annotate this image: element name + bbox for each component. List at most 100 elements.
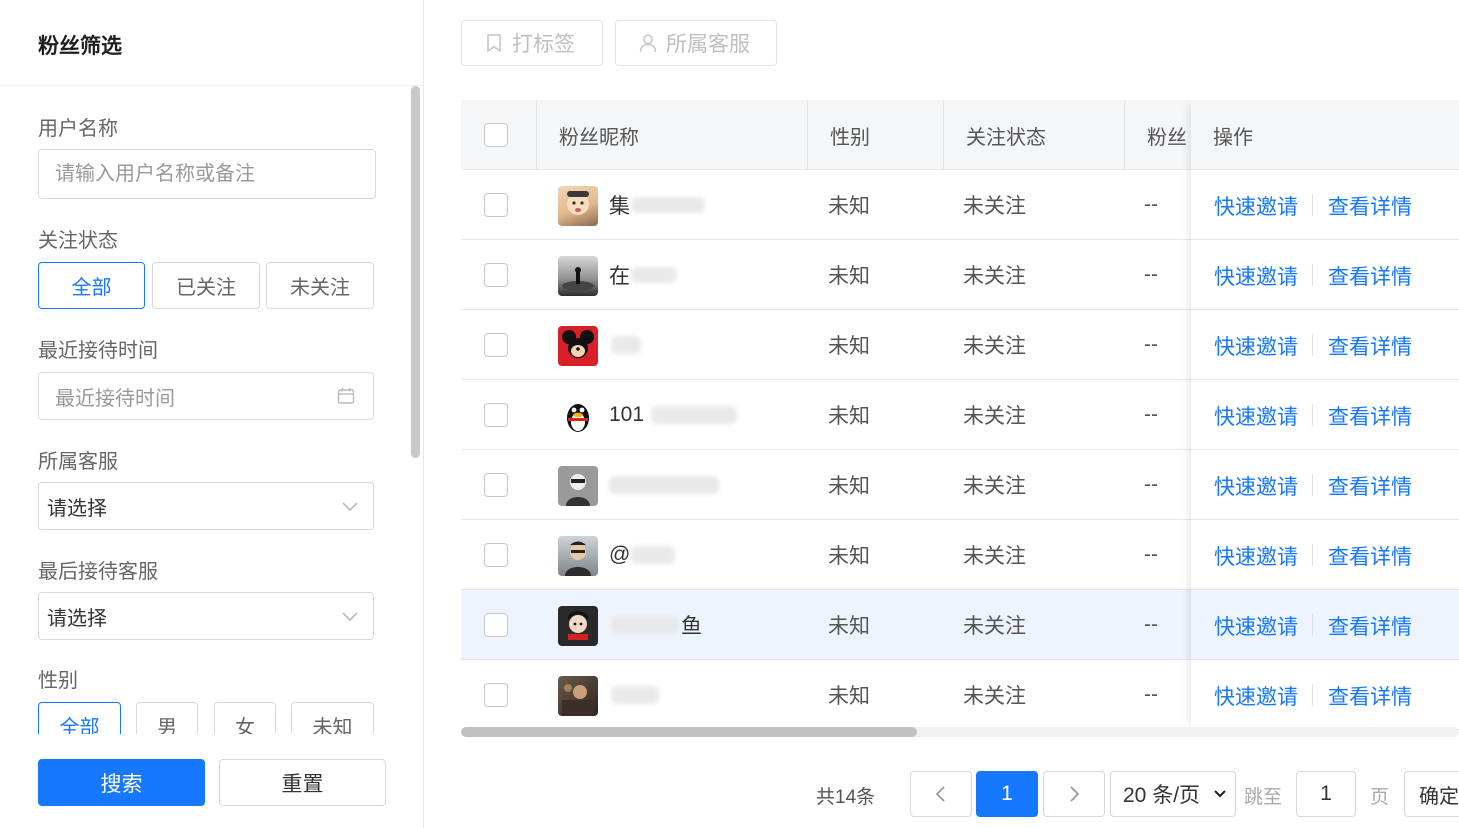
select-all-checkbox[interactable] [484,123,508,147]
redaction-blur [651,406,737,424]
header-operations: 操作 [1213,126,1253,149]
recent-time-placeholder: 最近接待时间 [55,387,175,410]
follow-status-cell: 未关注 [963,335,1026,358]
reset-button[interactable]: 重置 [219,759,386,806]
page-size-select[interactable]: 20 条/页 [1110,771,1236,817]
search-button[interactable]: 搜索 [38,759,205,806]
row-checkbox[interactable] [484,333,508,357]
chevron-right-icon [1070,786,1080,802]
table-row[interactable]: 在 未知 未关注 -- 快速邀请 查看详情 [461,240,1459,310]
page-size-value: 20 条/页 [1123,784,1201,807]
row-checkbox[interactable] [484,543,508,567]
add-tag-label: 打标签 [512,33,575,56]
avatar [558,186,598,226]
service-label: 所属客服 [38,451,118,473]
redaction-blur [609,476,719,494]
chevron-down-icon [342,612,358,622]
avatar [558,396,598,436]
table-horizontal-scrollbar-thumb[interactable] [461,727,917,737]
row-checkbox[interactable] [484,403,508,427]
table-row[interactable]: 101 未知 未关注 -- 快速邀请 查看详情 [461,380,1459,450]
quick-invite-link[interactable]: 快速邀请 [1214,191,1298,221]
table-row[interactable]: 集 未知 未关注 -- 快速邀请 查看详情 [461,170,1459,240]
gender-unknown[interactable]: 未知 [291,702,374,734]
next-page-button[interactable] [1043,771,1105,817]
page-1-button[interactable]: 1 [976,771,1038,817]
link-divider [1312,404,1313,426]
follow-status-followed[interactable]: 已关注 [152,262,260,309]
username-input[interactable] [38,149,376,199]
table-row[interactable]: 未知 未关注 -- 快速邀请 查看详情 [461,310,1459,380]
table-row[interactable]: @ 未知 未关注 -- 快速邀请 查看详情 [461,520,1459,590]
goto-page-input[interactable]: 1 [1296,771,1356,817]
goto-confirm-button[interactable]: 确定 [1404,771,1459,817]
prev-page-button[interactable] [910,771,972,817]
follow-status-label: 关注状态 [38,230,118,252]
bookmark-icon [487,34,501,53]
gender-cell: 未知 [828,335,870,358]
divider [0,85,423,86]
view-detail-link[interactable]: 查看详情 [1328,331,1412,361]
service-select[interactable]: 请选择 [38,482,374,530]
avatar [558,256,598,296]
service-select-value: 请选择 [47,497,107,520]
quick-invite-link[interactable]: 快速邀请 [1214,541,1298,571]
gender-cell: 未知 [828,405,870,428]
link-divider [1312,334,1313,356]
view-detail-link[interactable]: 查看详情 [1328,401,1412,431]
filter-panel: 粉丝筛选 用户名称 关注状态 全部 已关注 未关注 最近接待时间 最近接待时间 … [0,0,424,828]
row-checkbox[interactable] [484,473,508,497]
add-tag-button[interactable]: 打标签 [461,20,603,66]
assign-service-button[interactable]: 所属客服 [615,20,777,66]
quick-invite-link[interactable]: 快速邀请 [1214,471,1298,501]
column-divider [536,100,537,170]
redaction-blur [611,336,641,354]
view-detail-link[interactable]: 查看详情 [1328,261,1412,291]
quick-invite-link[interactable]: 快速邀请 [1214,681,1298,711]
chevron-down-icon [1214,790,1226,798]
fans-more-cell: -- [1144,543,1158,566]
view-detail-link[interactable]: 查看详情 [1328,191,1412,221]
view-detail-link[interactable]: 查看详情 [1328,541,1412,571]
row-checkbox[interactable] [484,263,508,287]
table-row[interactable]: 鱼 未知 未关注 -- 快速邀请 查看详情 [461,590,1459,660]
quick-invite-link[interactable]: 快速邀请 [1214,331,1298,361]
follow-status-cell: 未关注 [963,685,1026,708]
gender-male[interactable]: 男 [136,702,198,734]
fan-nickname: 在 [609,265,630,288]
follow-status-cell: 未关注 [963,265,1026,288]
gender-label: 性别 [38,670,78,692]
assign-service-label: 所属客服 [666,33,750,56]
link-divider [1312,264,1313,286]
view-detail-link[interactable]: 查看详情 [1328,681,1412,711]
follow-status-all[interactable]: 全部 [38,262,145,309]
fan-nickname: 鱼 [681,615,702,638]
table-row[interactable]: 未知 未关注 -- 快速邀请 查看详情 [461,660,1459,730]
quick-invite-link[interactable]: 快速邀请 [1214,401,1298,431]
quick-invite-link[interactable]: 快速邀请 [1214,611,1298,641]
gender-all[interactable]: 全部 [38,702,121,734]
last-service-select-value: 请选择 [47,607,107,630]
gender-female[interactable]: 女 [214,702,276,734]
view-detail-link[interactable]: 查看详情 [1328,471,1412,501]
view-detail-link[interactable]: 查看详情 [1328,611,1412,641]
column-divider [1124,100,1125,170]
redaction-blur [611,686,659,704]
row-checkbox[interactable] [484,683,508,707]
follow-status-cell: 未关注 [963,475,1026,498]
last-service-select[interactable]: 请选择 [38,592,374,640]
row-checkbox[interactable] [484,613,508,637]
last-service-label: 最后接待客服 [38,561,158,583]
filter-scrollbar-thumb[interactable] [411,86,420,458]
gender-cell: 未知 [828,615,870,638]
row-checkbox[interactable] [484,193,508,217]
recent-time-picker[interactable]: 最近接待时间 [38,372,374,420]
pagination-total: 共14条 [816,787,876,808]
quick-invite-link[interactable]: 快速邀请 [1214,261,1298,291]
fans-more-cell: -- [1144,613,1158,636]
follow-status-unfollowed[interactable]: 未关注 [266,262,374,309]
table-row[interactable]: 未知 未关注 -- 快速邀请 查看详情 [461,450,1459,520]
column-divider [943,100,944,170]
fans-table: 粉丝昵称 性别 关注状态 粉丝 操作 集 未知 未关注 -- 快速邀请 查看详情… [461,100,1459,730]
page-suffix-label: 页 [1370,787,1390,808]
